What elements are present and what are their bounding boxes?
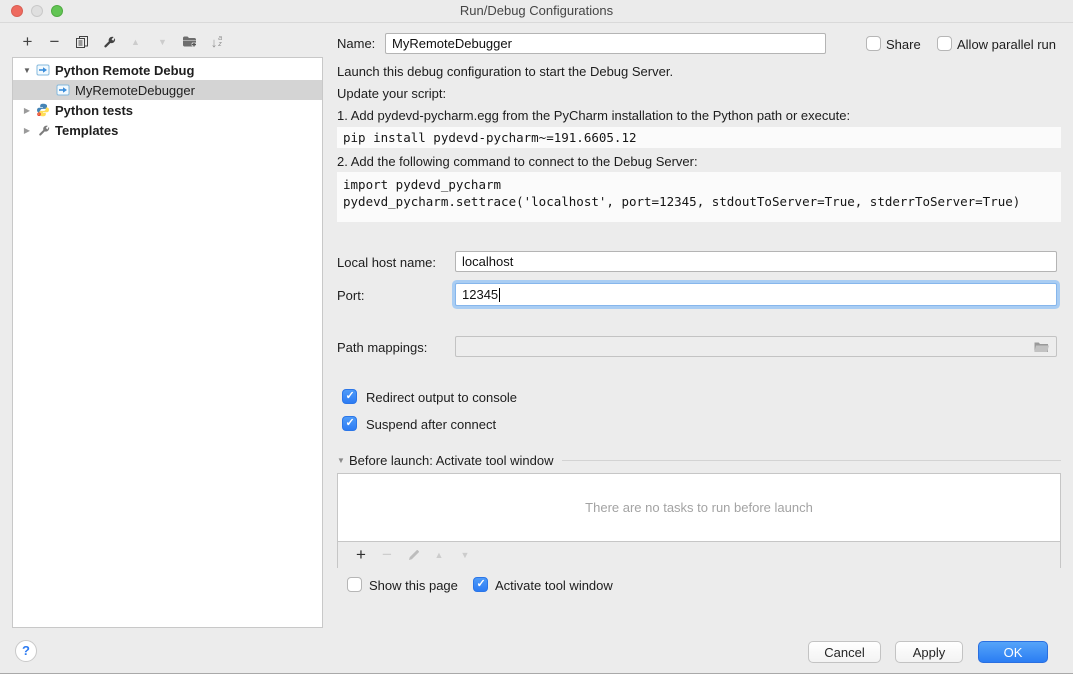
name-input[interactable]: MyRemoteDebugger: [385, 33, 826, 54]
edit-templates-button[interactable]: [95, 31, 122, 53]
collapse-triangle-icon[interactable]: ▼: [337, 456, 349, 465]
empty-tasks-message: There are no tasks to run before launch: [338, 474, 1060, 541]
local-host-name-input[interactable]: localhost: [455, 251, 1057, 272]
step2-text: 2. Add the following command to connect …: [337, 154, 698, 169]
up-triangle-icon: ▲: [131, 37, 140, 47]
activate-tool-window-label[interactable]: Activate tool window: [495, 578, 613, 593]
new-folder-icon: [182, 35, 198, 49]
configurations-toolbar: + − ▲ ▼ ↓ az: [14, 31, 230, 53]
redirect-output-label[interactable]: Redirect output to console: [366, 390, 517, 405]
copy-icon: [75, 35, 89, 49]
create-folder-button[interactable]: [176, 31, 203, 53]
suspend-after-connect-label[interactable]: Suspend after connect: [366, 417, 496, 432]
templates-wrench-icon: [35, 124, 51, 137]
before-launch-header: ▼ Before launch: Activate tool window: [337, 452, 1061, 468]
move-task-up-button: ▲: [426, 544, 452, 566]
move-task-down-button: ▼: [452, 544, 478, 566]
path-mappings-label: Path mappings:: [337, 340, 427, 355]
zoom-window-button[interactable]: [51, 5, 63, 17]
show-this-page-checkbox[interactable]: [347, 577, 362, 592]
help-button[interactable]: ?: [15, 640, 37, 662]
before-launch-tasks-panel: There are no tasks to run before launch …: [337, 473, 1061, 568]
pip-command-code: pip install pydevd-pycharm~=191.6605.12: [337, 127, 1061, 148]
ok-button[interactable]: OK: [978, 641, 1048, 663]
down-triangle-icon: ▼: [461, 550, 470, 560]
sort-az-icon: ↓ az: [211, 35, 222, 50]
before-launch-title: Before launch: Activate tool window: [349, 453, 554, 468]
tree-item-python-remote-debug[interactable]: ▼ Python Remote Debug: [13, 60, 322, 80]
step1-text: 1. Add pydevd-pycharm.egg from the PyCha…: [337, 108, 850, 123]
minus-icon: −: [382, 545, 392, 565]
remove-task-button: −: [374, 544, 400, 566]
allow-parallel-run-checkbox[interactable]: [937, 36, 952, 51]
wrench-icon: [102, 35, 116, 49]
path-mappings-input[interactable]: [455, 336, 1057, 357]
configurations-tree: ▼ Python Remote Debug MyRemoteDebugger ▶…: [12, 57, 323, 628]
folder-icon: [1033, 340, 1050, 353]
suspend-after-connect-checkbox[interactable]: [342, 416, 357, 431]
plus-icon: +: [356, 545, 366, 565]
activate-tool-window-checkbox[interactable]: [473, 577, 488, 592]
window-title: Run/Debug Configurations: [0, 0, 1073, 22]
description-text: Launch this debug configuration to start…: [337, 64, 673, 79]
down-triangle-icon: ▼: [158, 37, 167, 47]
name-label: Name:: [337, 36, 375, 51]
plus-icon: +: [23, 32, 33, 52]
close-window-button[interactable]: [11, 5, 23, 17]
add-task-button[interactable]: +: [348, 544, 374, 566]
apply-button[interactable]: Apply: [895, 641, 963, 663]
share-checkbox[interactable]: [866, 36, 881, 51]
share-label[interactable]: Share: [886, 37, 921, 52]
sort-configurations-button[interactable]: ↓ az: [203, 31, 230, 53]
cancel-button[interactable]: Cancel: [808, 641, 881, 663]
minimize-window-button: [31, 5, 43, 17]
text-cursor: [499, 288, 500, 302]
port-label: Port:: [337, 288, 364, 303]
traffic-lights: [11, 5, 63, 17]
separator-line: [562, 460, 1061, 461]
tree-item-templates[interactable]: ▶ Templates: [13, 120, 322, 140]
expand-triangle-icon[interactable]: ▶: [21, 126, 33, 135]
code-line-1: import pydevd_pycharm: [343, 176, 1061, 193]
local-host-name-label: Local host name:: [337, 255, 436, 270]
pencil-icon: [407, 549, 420, 562]
edit-task-button: [400, 544, 426, 566]
minus-icon: −: [50, 32, 60, 52]
expand-triangle-icon[interactable]: ▶: [21, 106, 33, 115]
show-this-page-label[interactable]: Show this page: [369, 578, 458, 593]
python-icon: [35, 103, 51, 117]
move-down-button: ▼: [149, 31, 176, 53]
tasks-toolbar: + − ▲ ▼: [338, 541, 1060, 568]
remove-configuration-button[interactable]: −: [41, 31, 68, 53]
remote-debug-config-icon: [55, 84, 71, 96]
allow-parallel-run-label[interactable]: Allow parallel run: [957, 37, 1056, 52]
port-input[interactable]: 12345: [455, 283, 1057, 306]
settrace-code: import pydevd_pycharm pydevd_pycharm.set…: [337, 172, 1061, 222]
redirect-output-checkbox[interactable]: [342, 389, 357, 404]
copy-configuration-button[interactable]: [68, 31, 95, 53]
tree-item-myremotedebugger[interactable]: MyRemoteDebugger: [13, 80, 322, 100]
browse-folder-button[interactable]: [1033, 340, 1050, 353]
titlebar: Run/Debug Configurations: [0, 0, 1073, 23]
up-triangle-icon: ▲: [435, 550, 444, 560]
collapse-triangle-icon[interactable]: ▼: [21, 66, 33, 75]
remote-debug-config-icon: [35, 64, 51, 76]
tree-item-python-tests[interactable]: ▶ Python tests: [13, 100, 322, 120]
add-configuration-button[interactable]: +: [14, 31, 41, 53]
code-line-2: pydevd_pycharm.settrace('localhost', por…: [343, 193, 1061, 210]
move-up-button: ▲: [122, 31, 149, 53]
update-script-text: Update your script:: [337, 86, 446, 101]
